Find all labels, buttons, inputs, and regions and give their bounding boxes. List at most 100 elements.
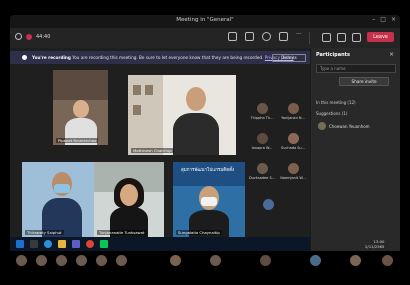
clock-date: 2/11/2565	[365, 244, 385, 249]
grid-name: Ianapra W...	[251, 146, 273, 150]
share-invite-button[interactable]: Share invite	[339, 77, 389, 86]
video-tile[interactable]: Pipanet Rmmerchoo	[53, 70, 108, 145]
meeting-timer: 44:40	[36, 33, 51, 40]
wall-frame	[145, 85, 153, 95]
participant-face	[73, 100, 89, 118]
tile-name: Tunjananatie Tunksawat	[97, 230, 147, 235]
teams-icon[interactable]	[72, 240, 80, 248]
grid-item[interactable]: Thippha Th...	[248, 103, 276, 127]
folder-icon[interactable]	[58, 240, 66, 248]
panel-title: Participants	[316, 52, 351, 58]
video-strip	[10, 251, 400, 273]
tile-name: Thirawaty Saiphut	[25, 230, 64, 235]
avatar	[287, 133, 299, 144]
record-icon	[26, 33, 32, 40]
grid-name: Yanijanan N...	[281, 116, 305, 120]
tile-name: Pipanet Rmmerchoo	[56, 138, 99, 143]
system-clock[interactable]: 13:00 2/11/2565	[365, 239, 384, 249]
video-tile[interactable]: สุมการพัฒนาโปแกรมติดตั้ง Sungalatia Chay…	[173, 162, 245, 237]
tile-banner-text: สุมการพัฒนาโปแกรมติดตั้ง	[181, 168, 235, 173]
search-icon[interactable]	[30, 240, 38, 248]
share-screen-icon[interactable]	[352, 32, 362, 42]
grid-name: Suchada Su...	[281, 146, 305, 150]
grid-item[interactable]: Ianapra W...	[248, 133, 276, 157]
device-controls: Leave	[322, 32, 394, 42]
avatar	[256, 133, 268, 144]
face-mask	[201, 197, 217, 206]
window-controls: – □ ×	[372, 16, 396, 23]
participant-face	[120, 184, 138, 206]
video-tile[interactable]: Thirawaty Saiphut	[22, 162, 100, 237]
meeting-toolbar: 44:40 ··· Leave	[10, 28, 400, 48]
avatar	[318, 122, 326, 130]
dismiss-button[interactable]: Dismiss	[272, 54, 306, 62]
participant-name: Choewan Yeuanhom	[329, 124, 370, 129]
close-icon[interactable]: ×	[391, 16, 396, 23]
in-meeting-section[interactable]: In this meeting (12)	[316, 100, 356, 105]
participant-face	[186, 87, 206, 111]
tile-background	[53, 70, 108, 100]
self-avatar[interactable]	[263, 199, 274, 210]
banner-bold: You're recording	[32, 55, 71, 60]
strip-avatar[interactable]	[96, 255, 107, 266]
strip-avatar[interactable]	[116, 255, 127, 266]
meeting-actions: ···	[228, 32, 305, 41]
react-icon[interactable]	[262, 32, 271, 41]
tile-name: Mathinesh Chaichup	[131, 148, 174, 153]
recording-banner: You're recording You are recording this …	[10, 51, 310, 64]
people-icon[interactable]	[228, 32, 237, 41]
grid-name: Thippha Th...	[250, 116, 274, 120]
more-icon[interactable]: ···	[296, 32, 305, 41]
minimize-icon[interactable]: –	[372, 16, 375, 23]
browser-icon[interactable]	[44, 240, 52, 248]
strip-avatar[interactable]	[210, 255, 221, 266]
strip-avatar[interactable]	[56, 255, 67, 266]
strip-avatar[interactable]	[36, 255, 47, 266]
strip-avatar[interactable]	[260, 255, 271, 266]
suggestions-section[interactable]: Suggestions (1)	[316, 111, 347, 116]
avatar	[256, 163, 268, 174]
mic-icon[interactable]	[337, 32, 347, 42]
video-tile[interactable]: Tunjananatie Tunksawat	[94, 162, 164, 237]
suggested-participant[interactable]: Choewan Yeuanhom	[316, 122, 396, 131]
banner-text: You are recording this meeting. Be sure …	[70, 55, 264, 60]
taskbar	[10, 237, 310, 251]
strip-avatar[interactable]	[76, 255, 87, 266]
wall-frame	[133, 85, 141, 95]
strip-avatar[interactable]	[382, 255, 393, 266]
start-icon[interactable]	[16, 240, 24, 248]
leave-button[interactable]: Leave	[367, 32, 394, 42]
view-icon[interactable]	[279, 32, 288, 41]
strip-avatar[interactable]	[170, 255, 181, 266]
participants-panel: Participants × Type a name Share invite …	[310, 48, 400, 273]
grid-item[interactable]: Naemjanit W...	[278, 163, 308, 187]
wall-frame	[133, 105, 141, 115]
teams-window: Meeting in "General" – □ × 44:40 ··· Lea…	[10, 15, 400, 273]
grid-name: Naemjanit W...	[280, 176, 306, 180]
recording-icon	[22, 55, 27, 60]
participant-body	[173, 113, 219, 155]
meeting-timer-group: 44:40	[15, 33, 50, 40]
grid-name: Ducksadee S...	[248, 176, 276, 180]
chat-icon[interactable]	[245, 32, 254, 41]
strip-avatar[interactable]	[310, 255, 321, 266]
avatar	[256, 103, 268, 114]
strip-avatar[interactable]	[16, 255, 27, 266]
face-mask	[54, 184, 70, 193]
grid-item[interactable]: Yanijanan N...	[278, 103, 308, 127]
tile-name: Sungalatia Chaynaitip	[176, 230, 222, 235]
strip-avatar[interactable]	[350, 255, 361, 266]
shield-icon	[15, 33, 22, 40]
chrome-icon[interactable]	[86, 240, 94, 248]
title-bar: Meeting in "General" – □ ×	[10, 15, 400, 28]
maximize-icon[interactable]: □	[380, 16, 386, 23]
close-icon[interactable]: ×	[389, 51, 394, 58]
camera-icon[interactable]	[322, 32, 332, 42]
grid-item[interactable]: Suchada Su...	[278, 133, 308, 157]
video-tile[interactable]: Mathinesh Chaichup	[128, 75, 236, 155]
line-icon[interactable]	[100, 240, 108, 248]
avatar	[287, 103, 299, 114]
window-title: Meeting in "General"	[176, 17, 234, 23]
search-input[interactable]: Type a name	[316, 64, 396, 73]
grid-item[interactable]: Ducksadee S...	[248, 163, 276, 187]
